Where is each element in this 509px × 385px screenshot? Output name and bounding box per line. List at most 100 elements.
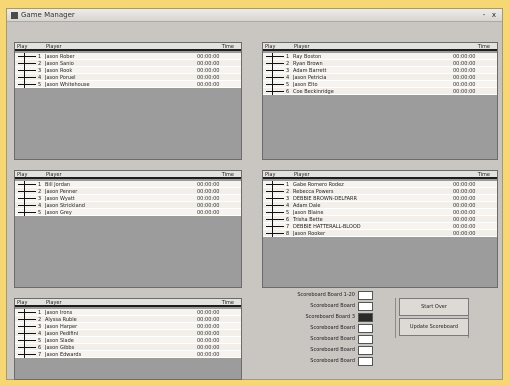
table-row[interactable]: 2 Rebecca Powers 00:00:00	[263, 188, 497, 195]
roster-panel: Play Player Time 1 Gabe Romero Rodez 00:00:00…	[262, 170, 498, 288]
table-row[interactable]: 2 Ryan Brown 00:00:00	[263, 60, 497, 67]
time-column-header: Time	[221, 300, 234, 306]
table-row[interactable]: 5 Jason Slade 00:00:00	[15, 337, 241, 344]
table-row[interactable]: 4 Jason Pedifini 00:00:00	[15, 330, 241, 337]
row-number: 6	[286, 89, 290, 95]
player-column-header: Player	[46, 172, 62, 178]
start-over-button[interactable]: Start Over	[399, 298, 469, 316]
player-name: Coe Beckinridge	[293, 89, 334, 95]
table-row[interactable]: 1 Jason Irons 00:00:00	[15, 309, 241, 316]
play-marker-icon	[266, 191, 284, 192]
table-row[interactable]: 5 Jason Blaine 00:00:00	[263, 209, 497, 216]
play-marker-icon	[18, 70, 36, 71]
table-row[interactable]: 5 Jason Elto 00:00:00	[263, 81, 497, 88]
table-row[interactable]: 2 Jason Penner 00:00:00	[15, 188, 241, 195]
play-marker-icon	[266, 63, 284, 64]
table-row[interactable]: 3 Jason Harper 00:00:00	[15, 323, 241, 330]
row-divider	[272, 195, 273, 202]
row-divider	[24, 309, 25, 316]
play-marker-icon	[18, 212, 36, 213]
roster-panel: Play Player Time 1 Jason Rober 00:00:00 2 Jason…	[14, 42, 242, 160]
player-column-header: Player	[46, 44, 62, 50]
app-icon	[11, 12, 18, 19]
scoreboard-checkbox[interactable]	[358, 291, 373, 300]
row-number: 5	[38, 82, 42, 88]
column-header: Play Player Time	[263, 171, 497, 179]
table-row[interactable]: 5 Jason Whitehouse 00:00:00	[15, 81, 241, 88]
play-marker-icon	[18, 84, 36, 85]
table-row[interactable]: 4 Jason Petricia 00:00:00	[263, 74, 497, 81]
row-divider	[272, 216, 273, 223]
table-row[interactable]: 4 Adam Dale 00:00:00	[263, 202, 497, 209]
scoreboard-row: Scoreboard Board	[275, 334, 385, 345]
play-marker-icon	[18, 340, 36, 341]
play-marker-icon	[18, 191, 36, 192]
table-row[interactable]: 6 Jason Gibbs 00:00:00	[15, 344, 241, 351]
table-row[interactable]: 1 Bill Jordan 00:00:00	[15, 181, 241, 188]
close-button[interactable]: x	[490, 11, 498, 19]
row-divider	[24, 316, 25, 323]
update-scoreboard-button[interactable]: Update Scoreboard	[399, 318, 469, 336]
table-row[interactable]: 2 Jason Sanio 00:00:00	[15, 60, 241, 67]
row-list: 1 Gabe Romero Rodez 00:00:00 2 Rebecca Power…	[263, 181, 497, 237]
scoreboard-checkbox[interactable]	[358, 324, 373, 333]
table-row[interactable]: 6 Trisha Bette 00:00:00	[263, 216, 497, 223]
table-row[interactable]: 1 Jason Rober 00:00:00	[15, 53, 241, 60]
play-marker-icon	[18, 184, 36, 185]
table-row[interactable]: 4 Jason Strickland 00:00:00	[15, 202, 241, 209]
scoreboard-checkbox[interactable]	[358, 335, 373, 344]
table-row[interactable]: 3 Jason Wyatt 00:00:00	[15, 195, 241, 202]
roster-panel: Play Player Time 1 Jason Irons 00:00:00 2 Alyss…	[14, 298, 242, 380]
scoreboard-selector: Scoreboard Board 1-20 Scoreboard Board Sco…	[275, 290, 385, 370]
table-row[interactable]: 3 Adam Barrett 00:00:00	[263, 67, 497, 74]
scoreboard-label: Scoreboard Board	[310, 358, 355, 364]
play-marker-icon	[266, 184, 284, 185]
row-divider	[272, 223, 273, 230]
play-column-header: Play	[17, 300, 28, 306]
table-row[interactable]: 6 Coe Beckinridge 00:00:00	[263, 88, 497, 95]
divider	[395, 298, 396, 338]
roster-panel: Play Player Time 1 Bill Jordan 00:00:00 2 Jason…	[14, 170, 242, 288]
table-row[interactable]: 3 DEBBIE BROWN-DELFARR 00:00:00	[263, 195, 497, 202]
row-number: 8	[286, 231, 290, 237]
scoreboard-label: Scoreboard Board	[310, 325, 355, 331]
play-marker-icon	[266, 77, 284, 78]
table-row[interactable]: 8 Jason Rooker 00:00:00	[263, 230, 497, 237]
table-row[interactable]: 7 DEBBIE HATTERALL-BLOOD 00:00:00	[263, 223, 497, 230]
play-marker-icon	[266, 91, 284, 92]
row-divider	[272, 230, 273, 237]
table-row[interactable]: 2 Alyssa Ruble 00:00:00	[15, 316, 241, 323]
row-divider	[24, 74, 25, 81]
table-row[interactable]: 5 Jason Grey 00:00:00	[15, 209, 241, 216]
minimize-button[interactable]: -	[480, 11, 488, 19]
table-row[interactable]: 4 Jason Poruel 00:00:00	[15, 74, 241, 81]
scoreboard-checkbox[interactable]	[358, 346, 373, 355]
row-divider	[24, 53, 25, 60]
play-marker-icon	[266, 226, 284, 227]
column-header: Play Player Time	[263, 43, 497, 51]
row-divider	[272, 181, 273, 188]
row-divider	[272, 81, 273, 88]
row-divider	[24, 181, 25, 188]
table-row[interactable]: 3 Jason Rook 00:00:00	[15, 67, 241, 74]
scoreboard-checkbox[interactable]	[358, 313, 373, 322]
player-column-header: Player	[294, 44, 310, 50]
scoreboard-label: Scoreboard Board	[310, 347, 355, 353]
play-time: 00:00:00	[197, 82, 220, 88]
scoreboard-checkbox[interactable]	[358, 357, 373, 366]
row-divider	[24, 60, 25, 67]
play-marker-icon	[18, 347, 36, 348]
row-divider	[24, 188, 25, 195]
play-marker-icon	[18, 333, 36, 334]
column-header: Play Player Time	[15, 299, 241, 307]
table-row[interactable]: 1 Ray Boston 00:00:00	[263, 53, 497, 60]
row-list: 1 Jason Rober 00:00:00 2 Jason Sanio 00:00:00…	[15, 53, 241, 88]
table-row[interactable]: 1 Gabe Romero Rodez 00:00:00	[263, 181, 497, 188]
play-marker-icon	[18, 312, 36, 313]
play-marker-icon	[18, 205, 36, 206]
play-marker-icon	[266, 219, 284, 220]
table-row[interactable]: 7 Jason Edwards 00:00:00	[15, 351, 241, 358]
time-column-header: Time	[221, 44, 234, 50]
scoreboard-checkbox[interactable]	[358, 302, 373, 311]
play-marker-icon	[266, 198, 284, 199]
